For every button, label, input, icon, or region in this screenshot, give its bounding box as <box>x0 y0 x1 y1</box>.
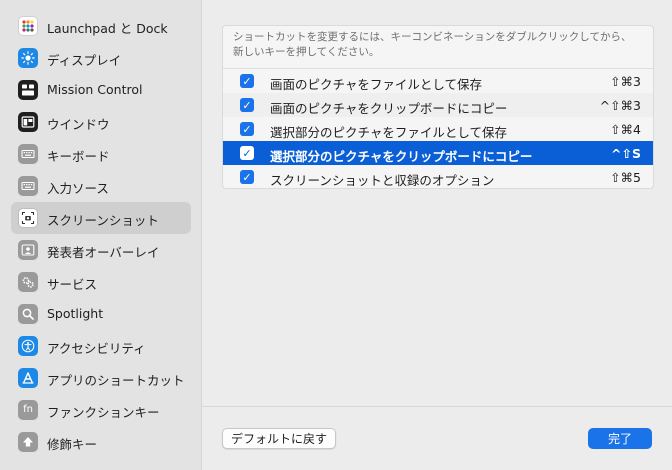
sidebar-item-label: Spotlight <box>47 306 104 321</box>
instruction-line-1: ショートカットを変更するには、キーコンビネーションをダブルクリックしてから、 <box>233 31 632 43</box>
sidebar-item-label: アプリのショートカット <box>47 373 185 388</box>
shortcut-keys[interactable]: ⇧⌘5 <box>610 170 641 185</box>
sidebar-item-screenshot[interactable]: スクリーンショット <box>11 202 191 234</box>
checkbox-checked[interactable]: ✓ <box>240 98 254 112</box>
sidebar-item-label: サービス <box>47 277 98 292</box>
shortcut-label: 選択部分のピクチャをファイルとして保存 <box>270 125 508 140</box>
sidebar-item-label: キーボード <box>47 149 110 164</box>
shortcut-row[interactable]: ✓ スクリーンショットと収録のオプション ⇧⌘5 <box>223 165 653 188</box>
sidebar-item-app-shortcuts[interactable]: アプリのショートカット <box>11 362 191 394</box>
sidebar-item-label: 発表者オーバーレイ <box>47 245 160 260</box>
sidebar-item-keyboard[interactable]: キーボード <box>11 138 191 170</box>
shortcut-row[interactable]: ✓ 画面のピクチャをクリップボードにコピー ^⇧⌘3 <box>223 93 653 117</box>
shortcut-label: 選択部分のピクチャをクリップボードにコピー <box>270 149 533 164</box>
mission-control-icon <box>18 80 38 100</box>
shortcut-label: スクリーンショットと収録のオプション <box>270 173 495 188</box>
sidebar-item-label: ウインドウ <box>47 117 110 132</box>
sidebar-item-modifier-keys[interactable]: 修飾キー <box>11 426 191 458</box>
services-icon <box>18 272 38 292</box>
shortcut-label: 画面のピクチャをクリップボードにコピー <box>270 101 508 116</box>
launchpad-icon <box>18 16 38 36</box>
sidebar-item-display[interactable]: ディスプレイ <box>11 42 191 74</box>
instruction-line-2: 新しいキーを押してください。 <box>233 46 380 58</box>
modifier-keys-icon <box>18 432 38 452</box>
sidebar-item-mission-control[interactable]: Mission Control <box>11 74 191 106</box>
footer-divider <box>202 406 672 407</box>
sidebar-item-input-sources[interactable]: 入力ソース <box>11 170 191 202</box>
shortcut-keys[interactable]: ⇧⌘3 <box>610 74 641 89</box>
checkbox-checked[interactable]: ✓ <box>240 122 254 136</box>
shortcut-row[interactable]: ✓ 画面のピクチャをファイルとして保存 ⇧⌘3 <box>223 69 653 93</box>
shortcuts-panel: ショートカットを変更するには、キーコンビネーションをダブルクリックしてから、 新… <box>222 25 654 189</box>
sidebar-item-window[interactable]: ウインドウ <box>11 106 191 138</box>
window-icon <box>18 112 38 132</box>
checkbox-checked[interactable]: ✓ <box>240 74 254 88</box>
sidebar-item-services[interactable]: サービス <box>11 266 191 298</box>
sidebar-item-label: Launchpad と Dock <box>47 21 168 36</box>
keyboard-shortcuts-window: Launchpad と Dock ディスプレイ Mission Control … <box>0 0 672 470</box>
shortcut-keys[interactable]: ^⇧S <box>611 146 641 161</box>
shortcut-keys[interactable]: ⇧⌘4 <box>610 122 641 137</box>
shortcut-row[interactable]: ✓ 選択部分のピクチャをファイルとして保存 ⇧⌘4 <box>223 117 653 141</box>
shortcut-list: ✓ 画面のピクチャをファイルとして保存 ⇧⌘3 ✓ 画面のピクチャをクリップボー… <box>223 68 653 188</box>
accessibility-icon <box>18 336 38 356</box>
sidebar-item-label: Mission Control <box>47 82 143 97</box>
presenter-overlay-icon <box>18 240 38 260</box>
input-source-icon <box>18 176 38 196</box>
sidebar-item-label: 入力ソース <box>47 181 109 196</box>
shortcut-label: 画面のピクチャをファイルとして保存 <box>270 77 483 92</box>
sidebar-item-label: ディスプレイ <box>47 53 122 68</box>
sidebar-item-launchpad-dock[interactable]: Launchpad と Dock <box>11 10 191 42</box>
restore-defaults-button[interactable]: デフォルトに戻す <box>222 428 336 449</box>
keyboard-icon <box>18 144 38 164</box>
done-button[interactable]: 完了 <box>588 428 652 449</box>
app-shortcuts-icon <box>18 368 38 388</box>
sidebar-item-label: 修飾キー <box>47 437 98 452</box>
instruction-text: ショートカットを変更するには、キーコンビネーションをダブルクリックしてから、 新… <box>233 30 643 60</box>
function-keys-icon: fn <box>18 400 38 420</box>
spotlight-icon <box>18 304 38 324</box>
sidebar-item-accessibility[interactable]: アクセシビリティ <box>11 330 191 362</box>
shortcut-keys[interactable]: ^⇧⌘3 <box>600 98 641 113</box>
checkbox-checked[interactable]: ✓ <box>240 146 254 160</box>
sidebar: Launchpad と Dock ディスプレイ Mission Control … <box>0 0 202 470</box>
sidebar-item-function-keys[interactable]: fn ファンクションキー <box>11 394 191 426</box>
display-icon <box>18 48 38 68</box>
main-content: ショートカットを変更するには、キーコンビネーションをダブルクリックしてから、 新… <box>202 0 672 470</box>
sidebar-item-spotlight[interactable]: Spotlight <box>11 298 191 330</box>
shortcut-row-selected[interactable]: ✓ 選択部分のピクチャをクリップボードにコピー ^⇧S <box>223 141 653 165</box>
sidebar-item-label: スクリーンショット <box>47 213 159 228</box>
sidebar-item-presenter-overlay[interactable]: 発表者オーバーレイ <box>11 234 191 266</box>
screenshot-icon <box>18 208 38 228</box>
sidebar-item-label: アクセシビリティ <box>47 341 146 356</box>
checkbox-checked[interactable]: ✓ <box>240 170 254 184</box>
sidebar-item-label: ファンクションキー <box>47 405 160 420</box>
